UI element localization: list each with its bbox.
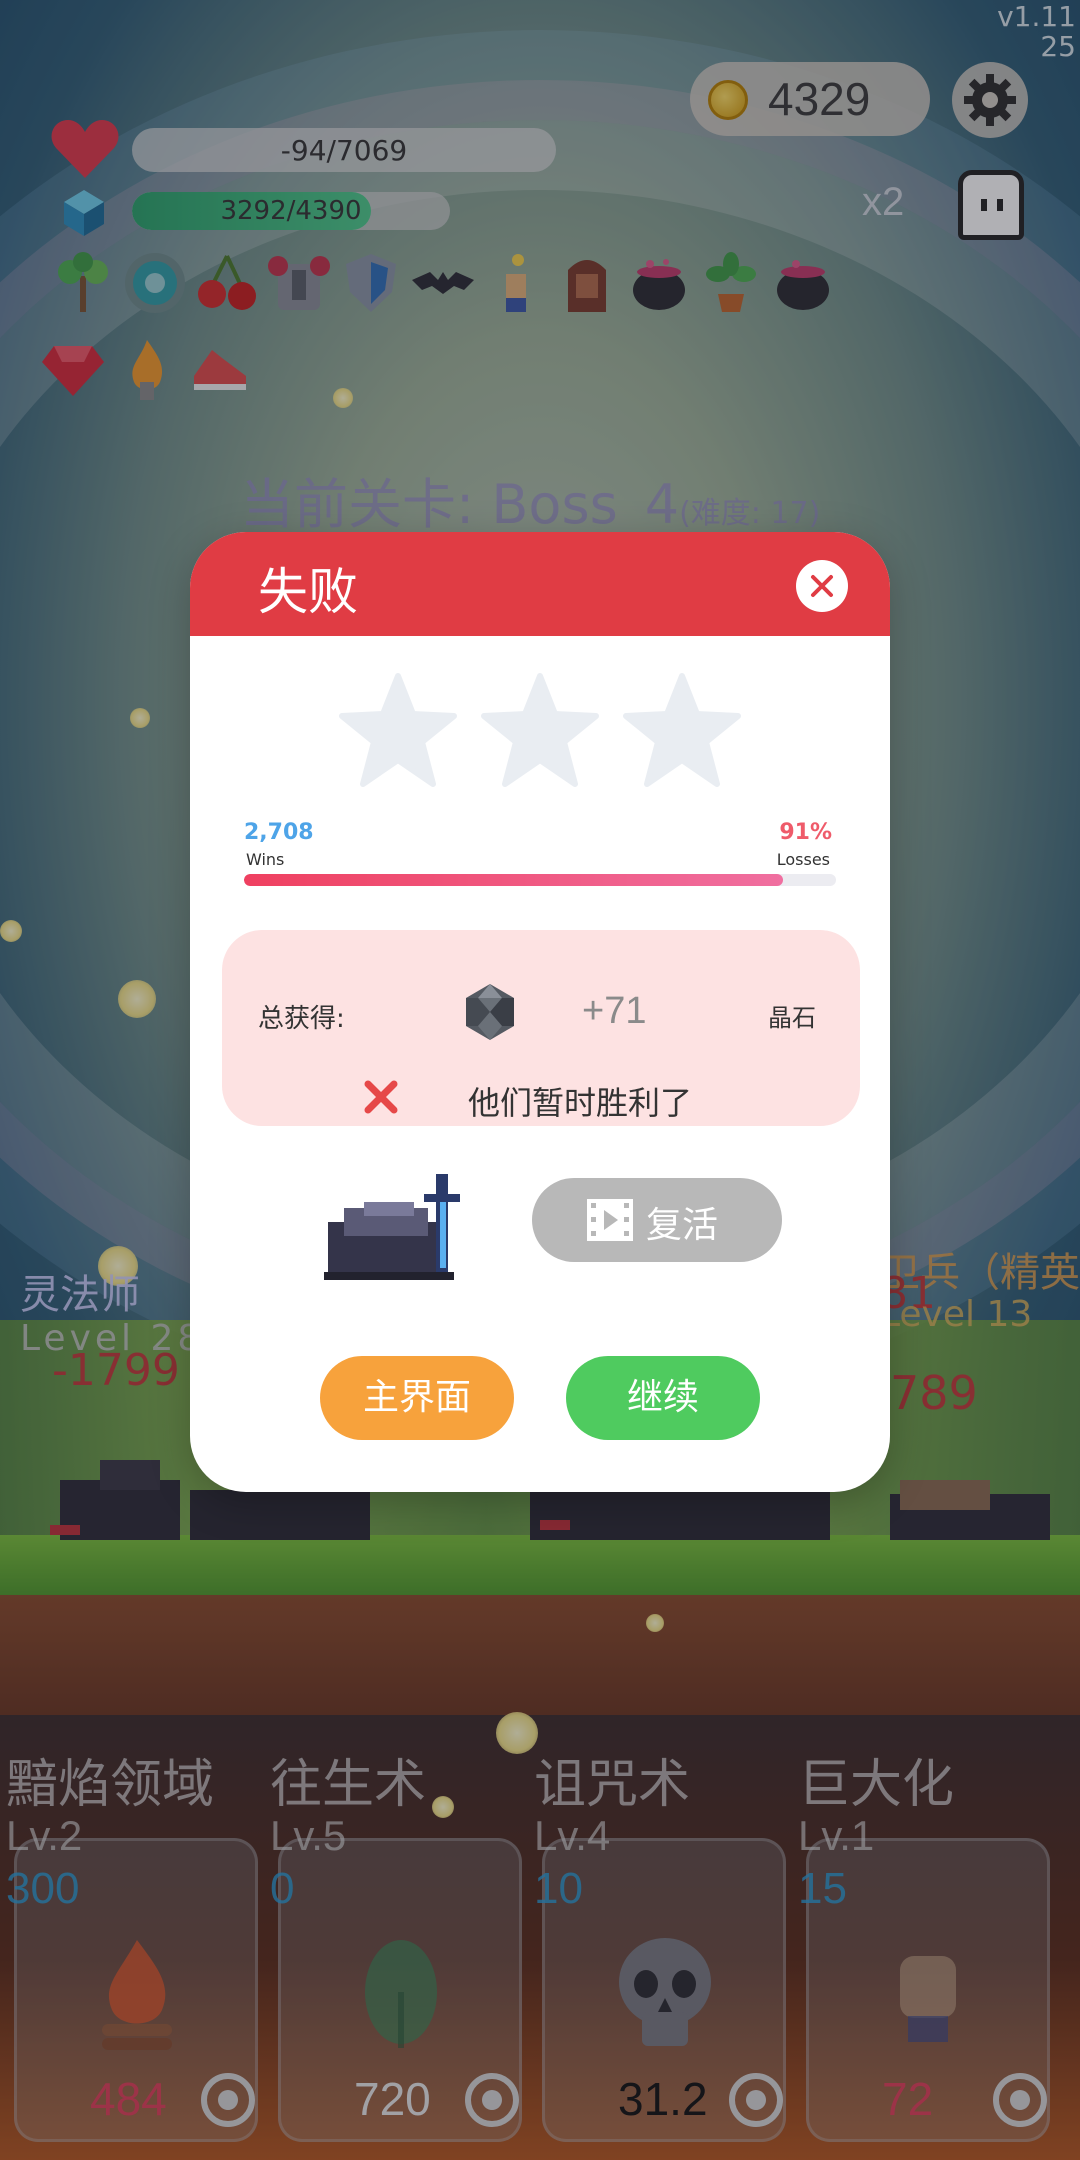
star-icon	[481, 673, 599, 787]
star-icon	[339, 673, 457, 787]
loss-fill	[244, 874, 783, 886]
reward-panel: 总获得: +71 晶石 他们暂时胜利了	[222, 930, 860, 1126]
crystal-gem-icon	[466, 984, 514, 1040]
wins-count: 2,708	[244, 820, 314, 845]
reward-unit: 晶石	[768, 1004, 816, 1032]
video-ad-icon	[587, 1199, 633, 1241]
losses-label: Losses	[776, 850, 830, 869]
defeat-dialog: 失败 2,708 Wins 91% Losses 总获得: +71 晶石 他们暂…	[190, 532, 890, 1492]
fallen-hero-icon	[324, 1174, 460, 1280]
revive-label: 复活	[646, 1205, 719, 1246]
win-loss-bar	[244, 874, 836, 886]
dialog-header: 失败	[190, 532, 890, 636]
wins-label: Wins	[246, 850, 285, 869]
reward-amount: +71	[582, 990, 647, 1032]
defeat-x-icon	[364, 1080, 398, 1114]
star-rating	[338, 672, 758, 802]
dialog-title: 失败	[258, 563, 358, 621]
revive-button[interactable]: 复活	[532, 1178, 782, 1262]
continue-button[interactable]: 继续	[566, 1356, 760, 1440]
star-icon	[623, 673, 741, 787]
main-menu-button[interactable]: 主界面	[320, 1356, 514, 1440]
close-button[interactable]	[796, 560, 848, 612]
defeat-message: 他们暂时胜利了	[468, 1084, 693, 1122]
reward-label: 总获得:	[258, 1004, 345, 1034]
close-icon	[811, 575, 833, 597]
loss-percent: 91%	[779, 820, 832, 845]
game-scene: 灵法师 Level 28 -1799 卫兵（精英 81 Level 13 789…	[0, 0, 1080, 2160]
